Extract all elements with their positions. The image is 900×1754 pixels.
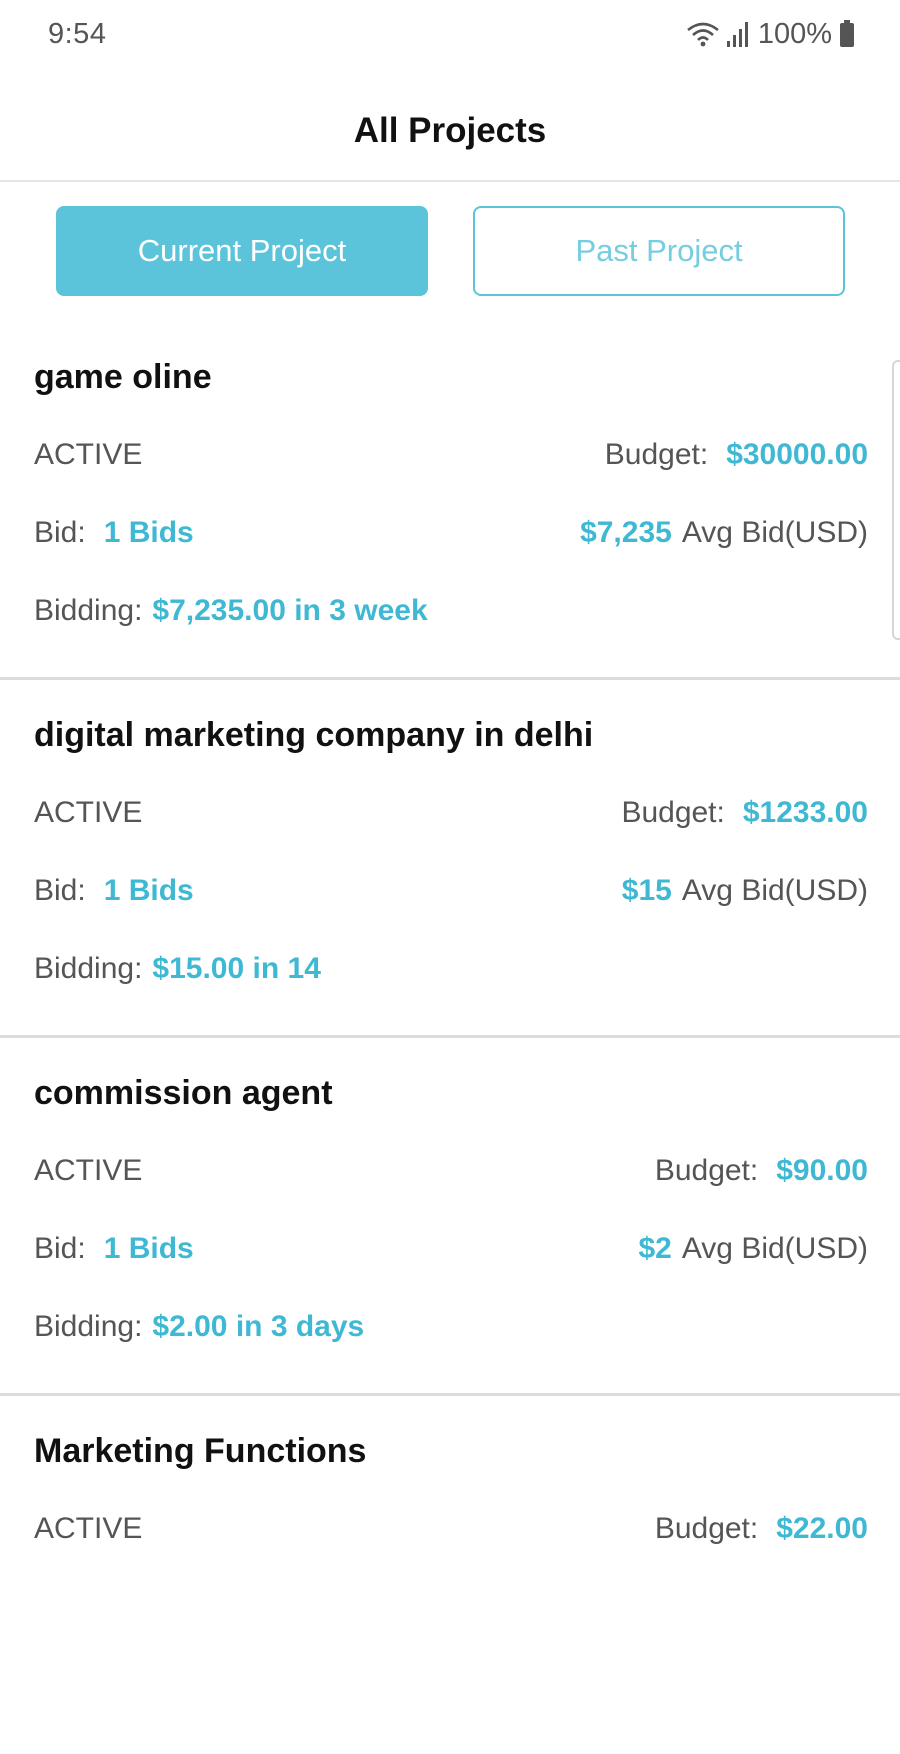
project-title: commission agent <box>34 1074 333 1112</box>
project-status: ACTIVE <box>34 438 143 471</box>
signal-icon <box>726 19 752 49</box>
project-status: ACTIVE <box>34 796 143 829</box>
scrollbar[interactable] <box>892 360 900 640</box>
battery-percent: 100% <box>757 17 832 50</box>
avg-bid-value: $2 <box>638 1232 672 1265</box>
project-card[interactable]: digital marketing company in delhi ACTIV… <box>0 680 900 1038</box>
budget-value: $22.00 <box>776 1512 868 1545</box>
page-title: All Projects <box>353 111 547 150</box>
project-card[interactable]: Marketing Functions ACTIVE Budget: $22.00 <box>0 1396 900 1754</box>
budget-label: Budget: <box>621 796 725 829</box>
bid-count: 1 Bids <box>103 1232 194 1265</box>
status-bar: 9:54 100% <box>0 0 900 70</box>
budget-label: Budget: <box>654 1512 759 1545</box>
budget-label: Budget: <box>604 438 709 471</box>
budget-value: $30000.00 <box>726 438 868 471</box>
project-tabs: Current Project Past Project <box>0 182 900 322</box>
budget-label: Budget: <box>654 1154 759 1187</box>
budget-value: $1233.00 <box>742 796 868 829</box>
project-status: ACTIVE <box>34 1512 143 1545</box>
bid-count: 1 Bids <box>103 874 194 907</box>
avg-bid-label: Avg Bid(USD) <box>681 874 868 907</box>
bid-count: 1 Bids <box>103 516 194 549</box>
battery-icon <box>838 19 856 49</box>
avg-bid-value: $7,235 <box>580 516 672 549</box>
project-status: ACTIVE <box>34 1154 143 1187</box>
bidding-label: Bidding: <box>34 952 143 985</box>
bidding-value: $2.00 in 3 days <box>152 1310 365 1343</box>
bidding-value: $15.00 in 14 <box>152 952 321 985</box>
bid-label: Bid: <box>34 874 86 907</box>
bidding-value: $7,235.00 in 3 week <box>152 594 428 627</box>
avg-bid-label: Avg Bid(USD) <box>681 1232 868 1265</box>
budget-value: $90.00 <box>776 1154 868 1187</box>
project-title: Marketing Functions <box>34 1432 367 1470</box>
project-title: game oline <box>34 358 212 396</box>
bidding-label: Bidding: <box>34 594 143 627</box>
project-card[interactable]: commission agent ACTIVE Budget: $90.00 Bi… <box>0 1038 900 1396</box>
project-title: digital marketing company in delhi <box>34 716 594 754</box>
wifi-icon <box>686 19 720 49</box>
project-card[interactable]: game oline ACTIVE Budget: $30000.00 Bid: 1… <box>0 322 900 680</box>
app-header: All Projects <box>0 70 900 182</box>
tab-current-project[interactable]: Current Project <box>56 206 428 296</box>
avg-bid-label: Avg Bid(USD) <box>681 516 868 549</box>
project-list: game oline ACTIVE Budget: $30000.00 Bid: 1… <box>0 322 900 1754</box>
status-time: 9:54 <box>48 18 107 50</box>
bid-label: Bid: <box>34 1232 86 1265</box>
tab-past-project[interactable]: Past Project <box>473 206 845 296</box>
status-icons: 100% <box>686 16 856 52</box>
bid-label: Bid: <box>34 516 86 549</box>
avg-bid-value: $15 <box>621 874 672 907</box>
bidding-label: Bidding: <box>34 1310 143 1343</box>
